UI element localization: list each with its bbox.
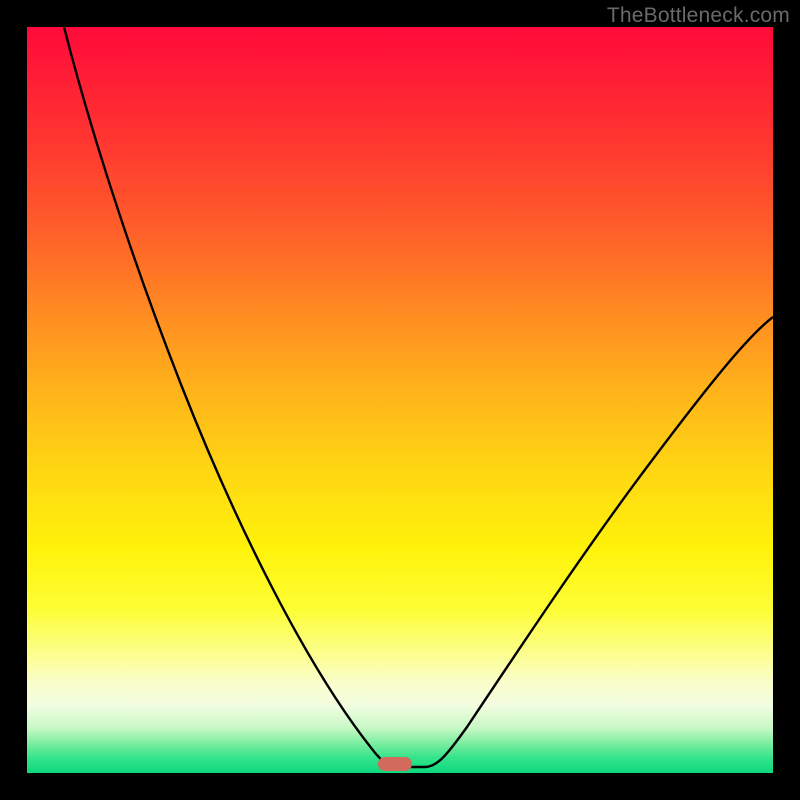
bottleneck-curve: [27, 27, 773, 773]
watermark-text: TheBottleneck.com: [607, 4, 790, 28]
chart-frame: TheBottleneck.com: [0, 0, 800, 800]
plot-area: [27, 27, 773, 773]
optimal-point-marker: [378, 757, 412, 771]
curve-path: [64, 27, 773, 767]
